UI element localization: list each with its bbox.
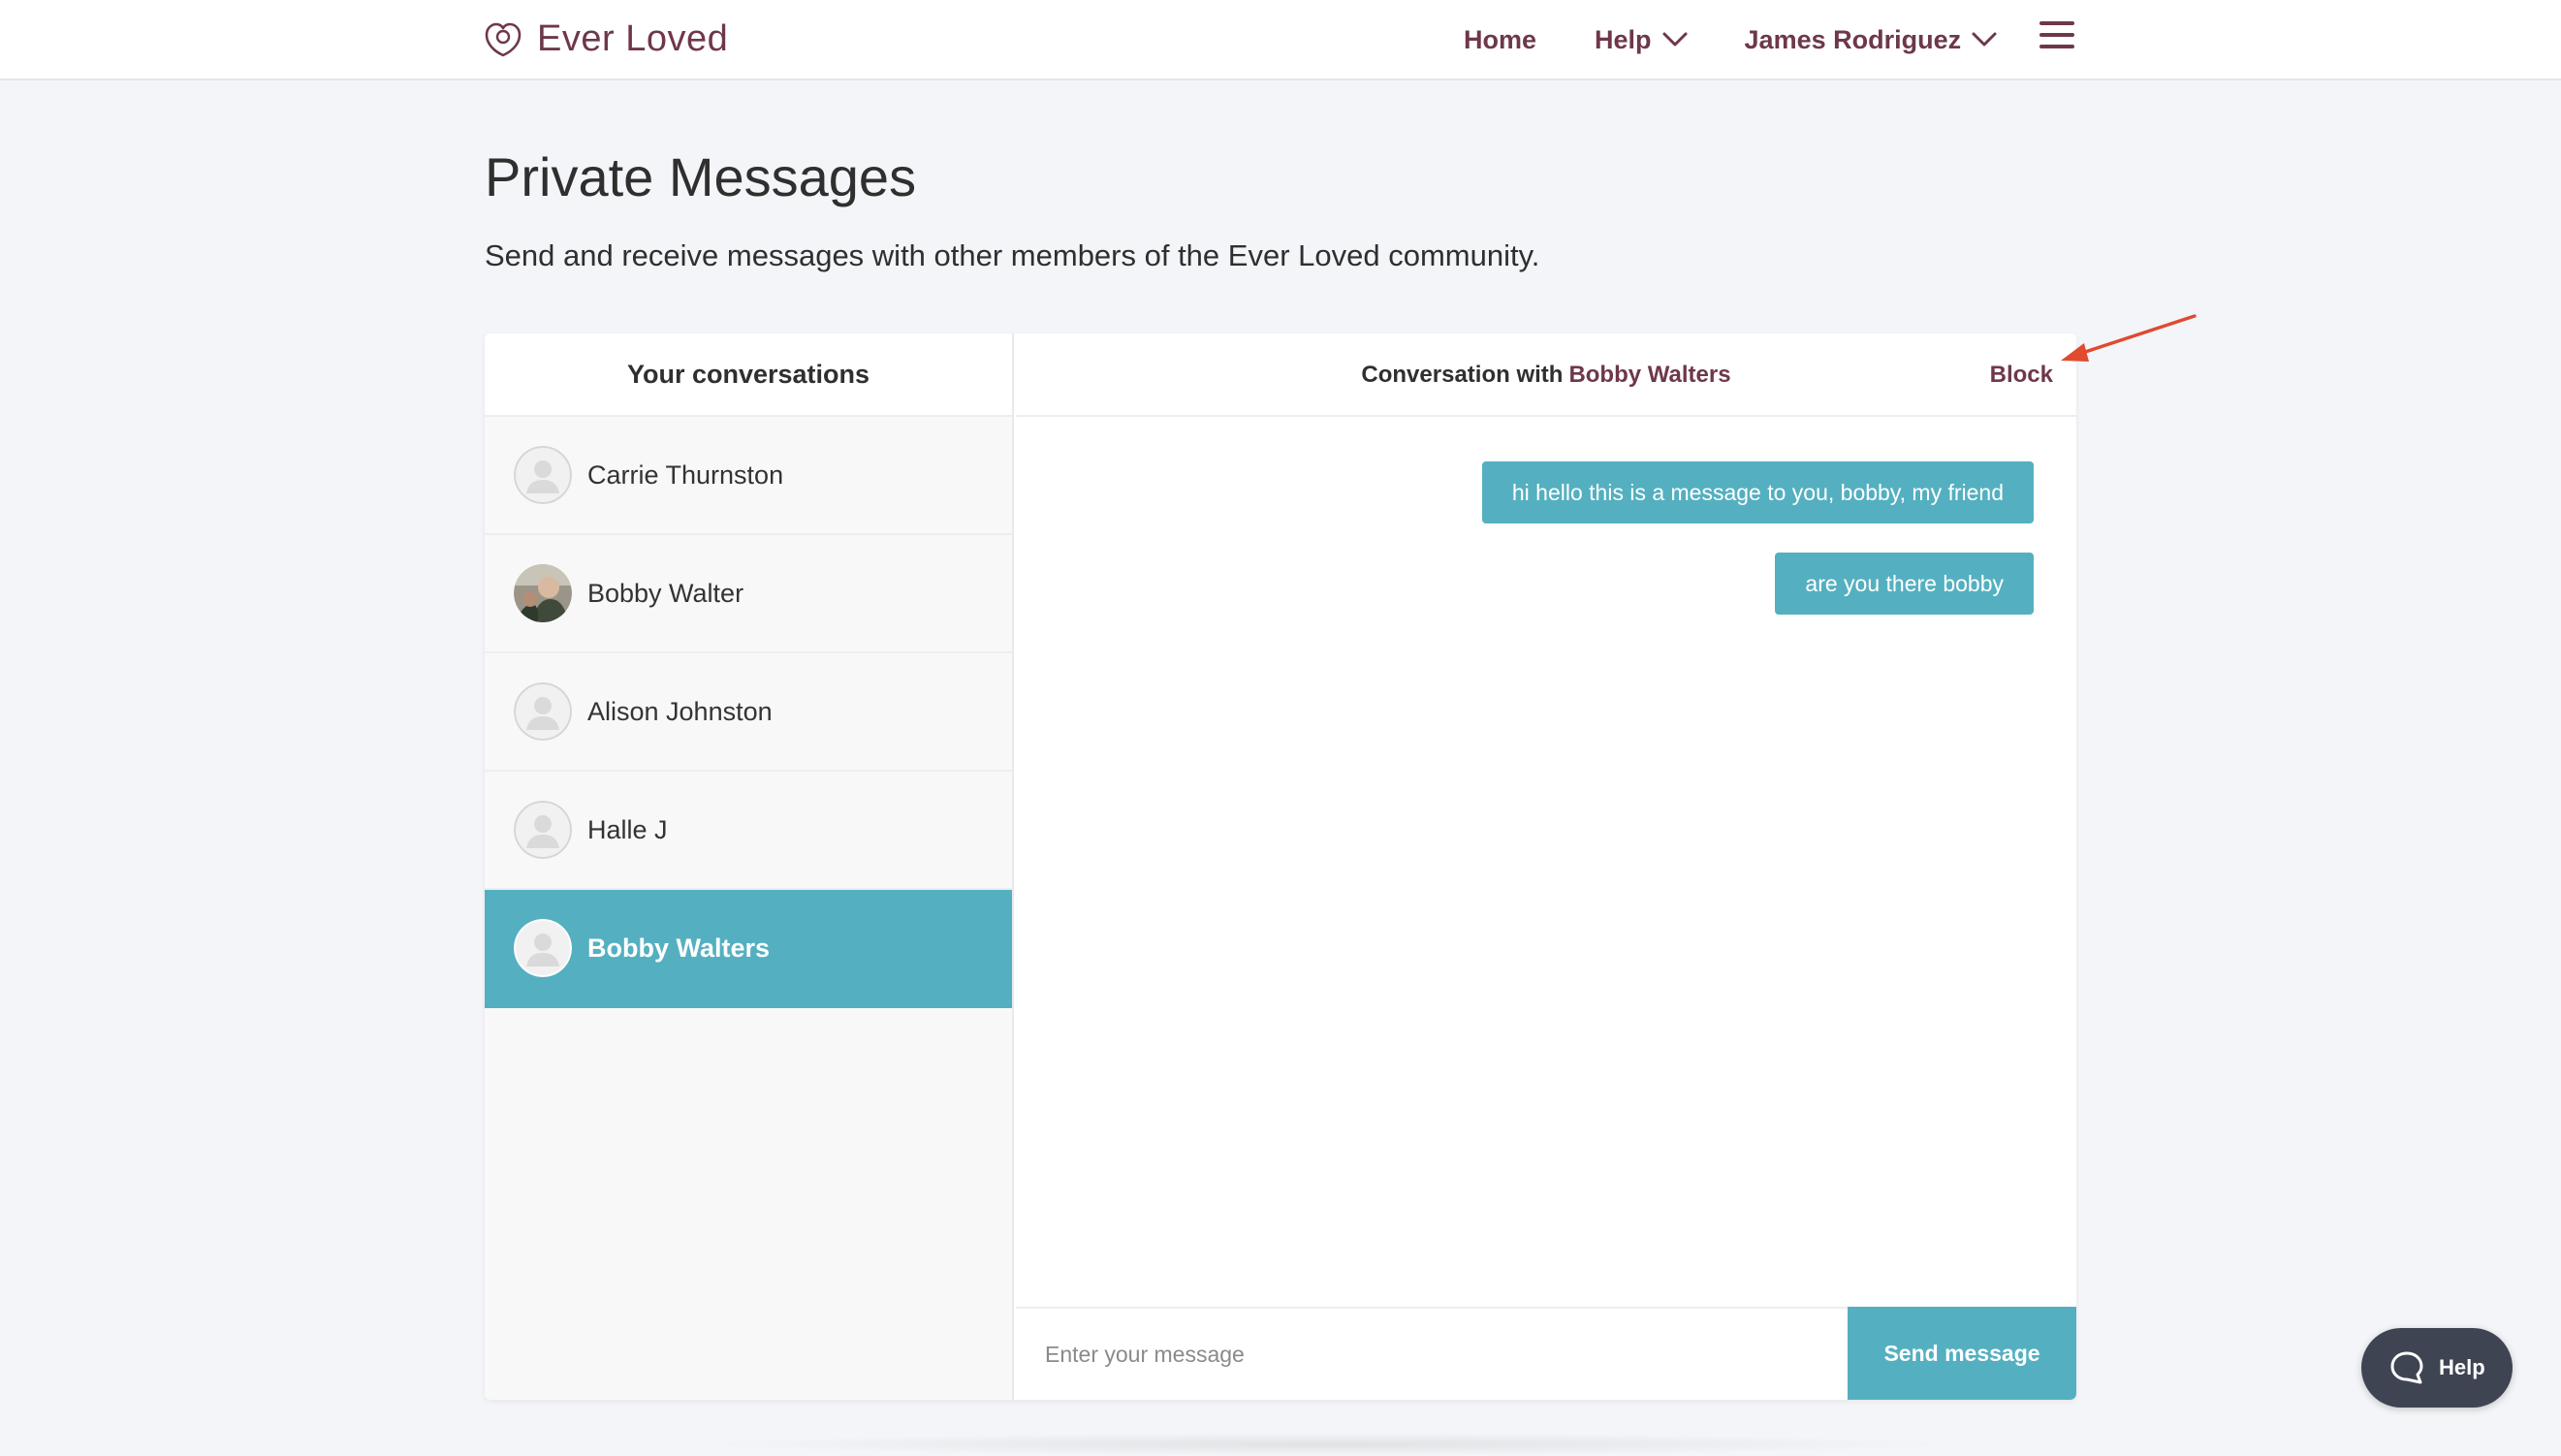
nav-user-label: James Rodriguez — [1744, 24, 1962, 54]
brand-logo[interactable]: Ever Loved — [483, 14, 728, 64]
message-input[interactable] — [1016, 1309, 1848, 1400]
default-avatar-icon — [514, 919, 572, 977]
conversations-heading: Your conversations — [485, 333, 1012, 417]
thread-title-prefix: Conversation with — [1361, 362, 1564, 388]
conversation-item-carrie-thurnston[interactable]: Carrie Thurnston — [485, 417, 1012, 535]
default-avatar-icon — [514, 801, 572, 859]
message-bubble: are you there bobby — [1775, 553, 2034, 615]
nav-home-link[interactable]: Home — [1464, 25, 1536, 55]
nav-help-label: Help — [1595, 24, 1652, 54]
chat-bubble-icon — [2390, 1351, 2423, 1384]
brand-name: Ever Loved — [537, 17, 729, 59]
page: Ever Loved Home Help James Rodriguez Pri… — [0, 0, 2561, 1456]
nav-home-label: Home — [1464, 24, 1537, 54]
thread-header: Conversation with Bobby Walters Block — [1016, 333, 2076, 417]
conversation-item-bobby-walter[interactable]: Bobby Walter — [485, 535, 1012, 653]
message-list: hi hello this is a message to you, bobby… — [1481, 461, 2034, 644]
conversation-name: Bobby Walter — [587, 578, 744, 608]
default-avatar-icon — [514, 446, 572, 504]
default-avatar-icon — [514, 682, 572, 741]
messaging-panel: Your conversations Carrie Thurnston Bobb… — [485, 333, 2076, 1400]
block-user-button[interactable]: Block — [1990, 333, 2053, 417]
send-message-button[interactable]: Send message — [1848, 1307, 2076, 1400]
message-bubble: hi hello this is a message to you, bobby… — [1481, 461, 2034, 523]
thread-title: Conversation with Bobby Walters — [1016, 333, 2076, 417]
hamburger-menu-icon[interactable] — [2039, 21, 2074, 48]
nav-user-dropdown[interactable]: James Rodriguez — [1745, 25, 1999, 55]
annotation-arrow-icon — [2061, 314, 2197, 362]
nav-help-dropdown[interactable]: Help — [1595, 25, 1689, 55]
help-widget-button[interactable]: Help — [2361, 1328, 2513, 1408]
conversation-name: Bobby Walters — [587, 933, 771, 963]
conversation-item-bobby-walters[interactable]: Bobby Walters — [485, 890, 1012, 1008]
help-widget-label: Help — [2439, 1355, 2485, 1379]
main-nav: Home Help James Rodriguez — [1464, 16, 1998, 64]
bottom-shadow — [698, 1433, 1958, 1456]
message-composer: Send message — [1016, 1307, 2076, 1400]
photo-avatar — [514, 564, 572, 622]
ever-loved-logo-icon — [483, 18, 523, 59]
conversation-item-alison-johnston[interactable]: Alison Johnston — [485, 653, 1012, 772]
conversation-name: Halle J — [587, 814, 668, 844]
thread-partner-name[interactable]: Bobby Walters — [1568, 362, 1730, 389]
page-description: Send and receive messages with other mem… — [485, 238, 1540, 272]
conversations-sidebar: Your conversations Carrie Thurnston Bobb… — [485, 333, 1014, 1400]
chevron-down-icon — [1662, 32, 1688, 47]
conversation-item-halle-j[interactable]: Halle J — [485, 772, 1012, 890]
chevron-down-icon — [1972, 32, 1997, 47]
conversation-name: Carrie Thurnston — [587, 459, 784, 490]
top-navbar: Ever Loved Home Help James Rodriguez — [0, 0, 2561, 80]
conversation-name: Alison Johnston — [587, 696, 773, 726]
conversation-thread: Conversation with Bobby Walters Block hi… — [1016, 333, 2076, 1400]
page-title: Private Messages — [485, 146, 917, 207]
